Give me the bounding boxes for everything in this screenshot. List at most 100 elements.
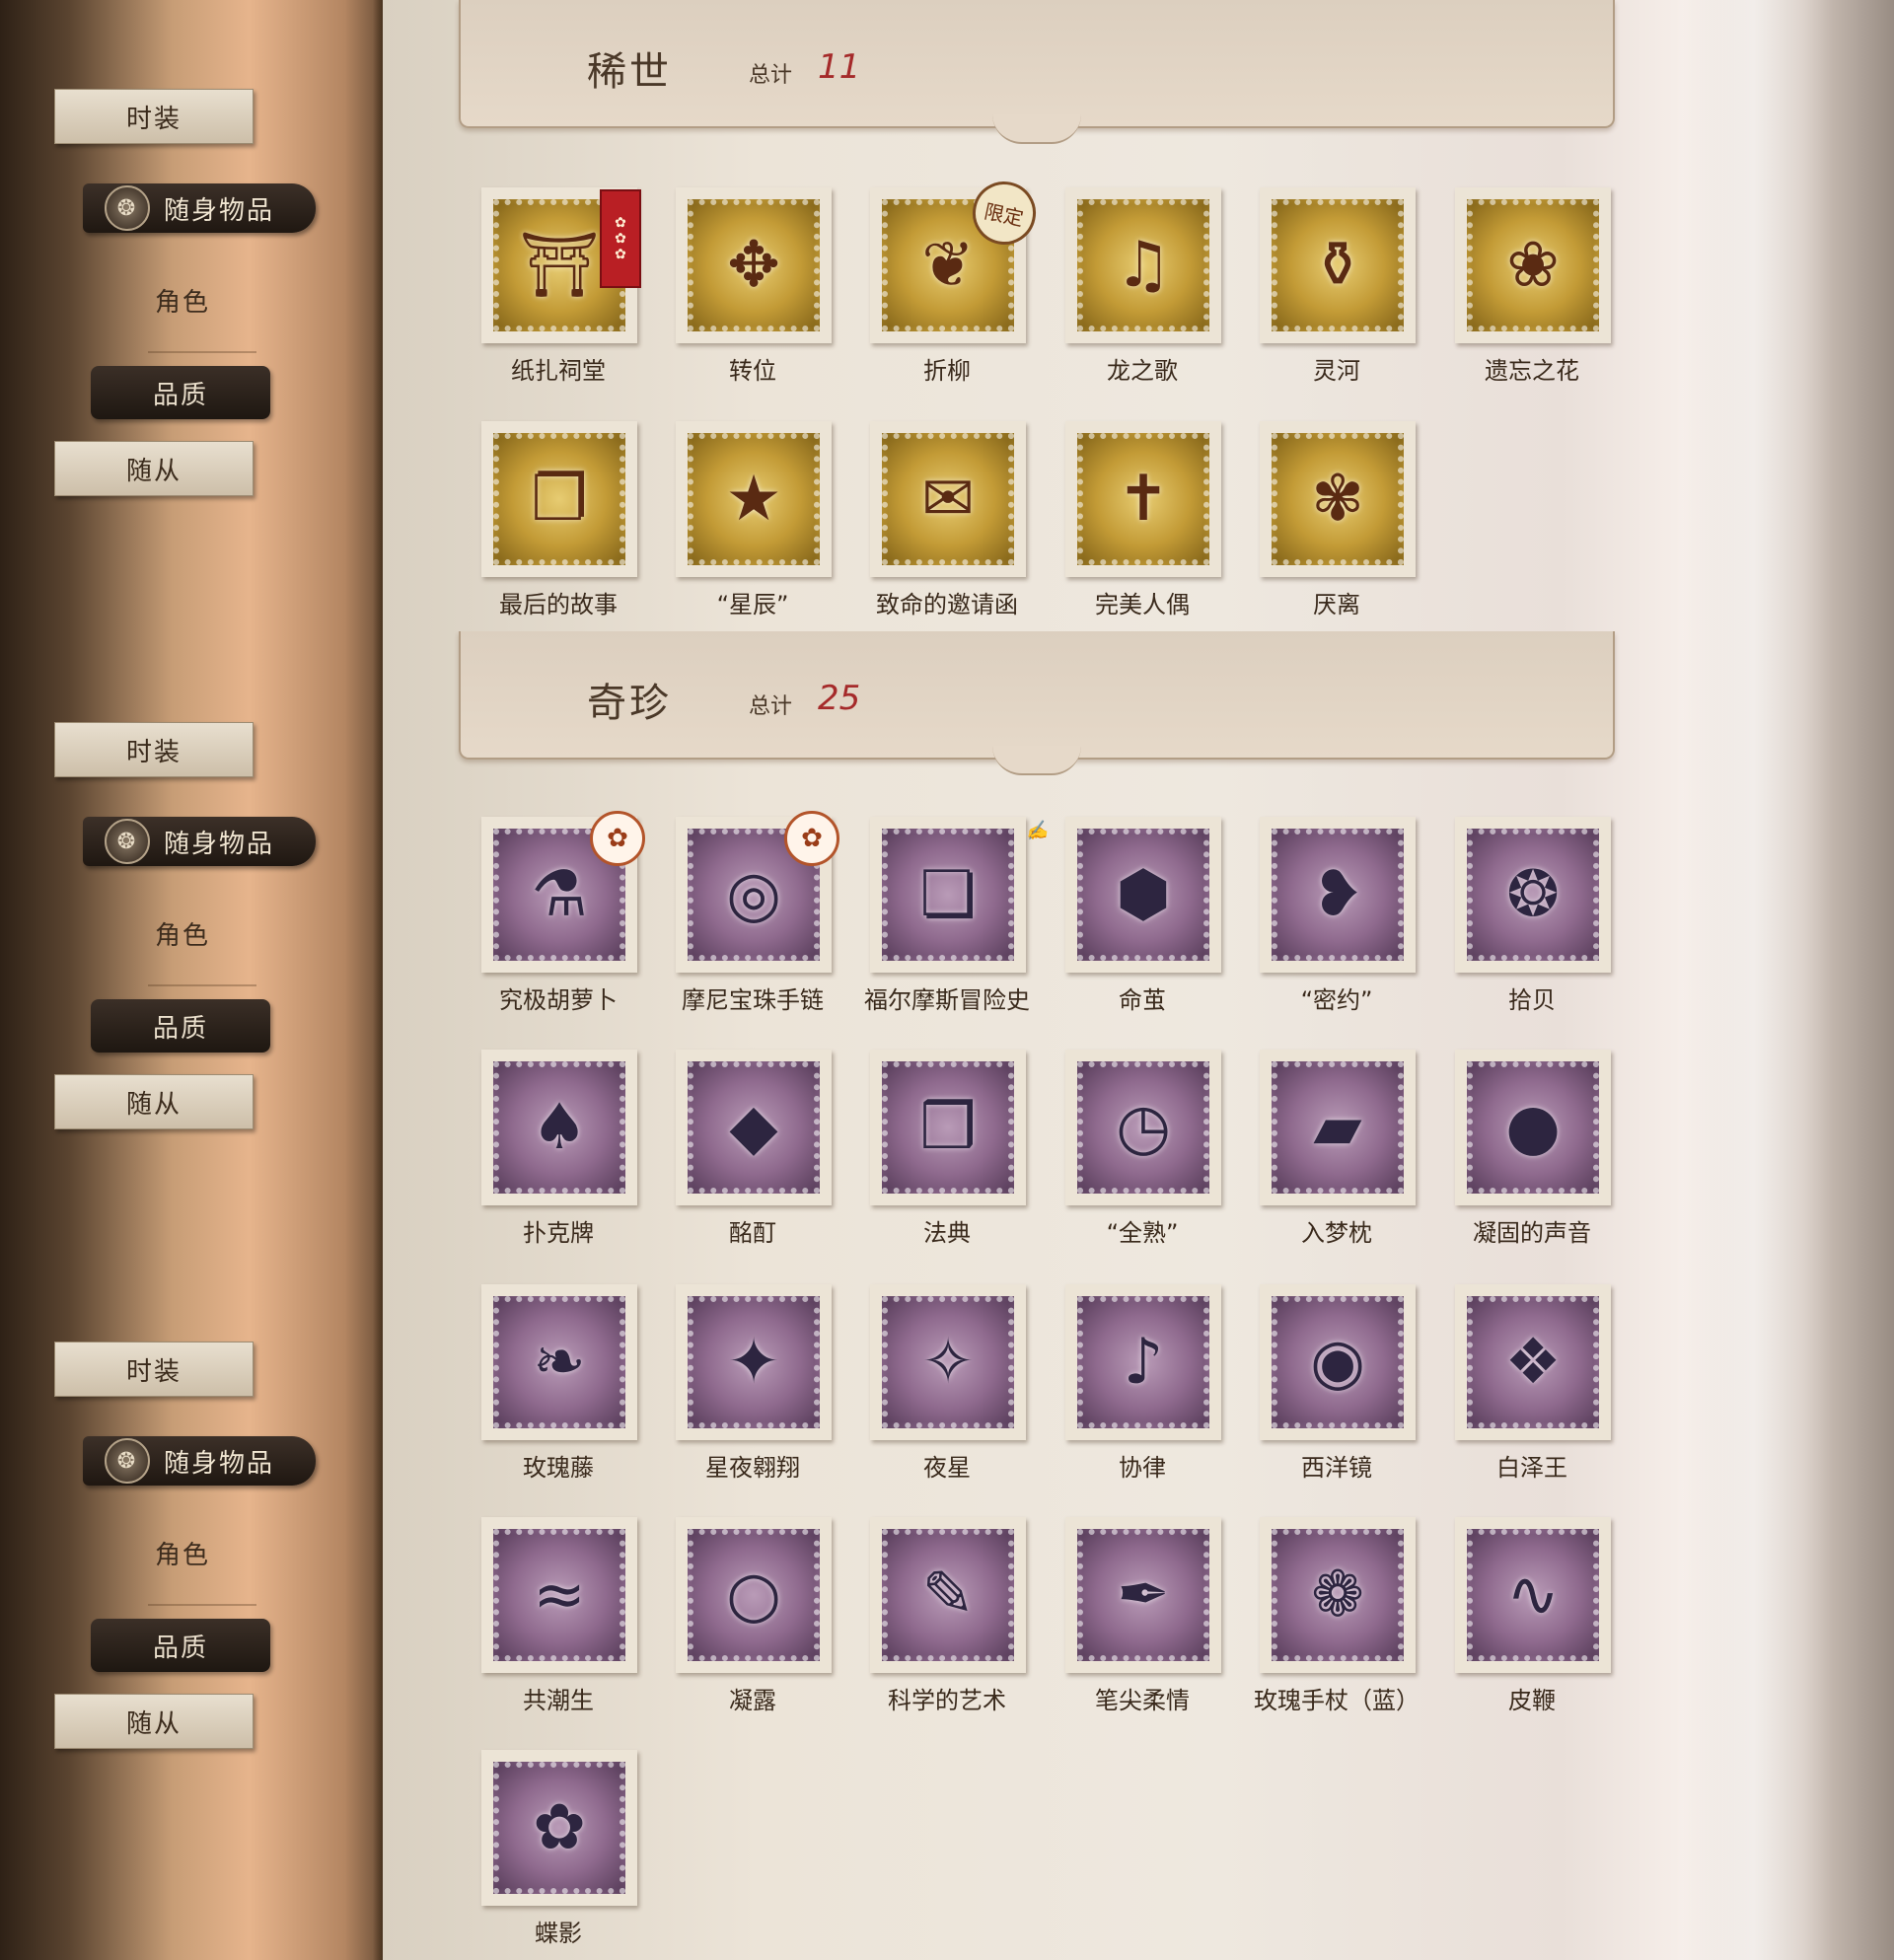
shield-icon: ❂ (105, 819, 150, 864)
section-header-rare: 稀世 总计 11 (459, 0, 1615, 144)
item-card[interactable]: ≈ 共潮生 (452, 1517, 639, 1715)
purple-stamp-frame: ▰ (1260, 1050, 1416, 1205)
item-card[interactable]: ∿ 皮鞭 (1425, 1517, 1613, 1715)
item-name: 遗忘之花 (1485, 357, 1579, 385)
spirit-river-icon: ⚱ (1311, 229, 1364, 302)
item-card[interactable]: ✉ 致命的邀请函 (840, 421, 1028, 619)
last-story-book-icon: ❐ (531, 463, 588, 536)
music-box-icon: ♪ (1123, 1326, 1164, 1399)
total-label: 总计 (749, 63, 793, 88)
item-card[interactable]: ✾ 厌离 (1230, 421, 1418, 619)
item-card[interactable]: ⛩ ✿✿✿ 纸扎祠堂 (452, 187, 641, 386)
purple-stamp-frame: ◷ (1065, 1050, 1221, 1205)
sidebar-nav: 时装 ❂ 随身物品 角色 品质 随从 (0, 631, 383, 1265)
dragon-harp-icon: ♫ (1115, 229, 1172, 302)
nav-accessories-button[interactable]: ❂ 随身物品 (83, 1436, 316, 1486)
nav-follower-button[interactable]: 随从 (54, 1694, 254, 1749)
item-card[interactable]: ♠ 扑克牌 (452, 1050, 639, 1248)
item-card[interactable]: ♫ 龙之歌 (1036, 187, 1223, 386)
purple-stamp-frame: ✒ (1065, 1517, 1221, 1673)
item-card[interactable]: ◷ “全熟” (1036, 1050, 1223, 1248)
item-name: 纸扎祠堂 (511, 357, 606, 385)
nav-quality-button[interactable]: 品质 (91, 1619, 270, 1672)
item-card[interactable]: ❀ 遗忘之花 (1425, 187, 1613, 386)
item-card[interactable]: ✦ 星夜翱翔 (646, 1284, 834, 1483)
nav-fashion-button[interactable]: 时装 (54, 1342, 254, 1397)
nav-accessories-button[interactable]: ❂ 随身物品 (83, 183, 316, 233)
nav-role-button[interactable]: 角色 (118, 913, 247, 953)
dew-pearl-icon: ○ (726, 1559, 781, 1632)
nav-follower-button[interactable]: 随从 (54, 1074, 254, 1129)
nav-follower-button[interactable]: 随从 (54, 441, 254, 496)
item-card[interactable]: ❦ 限定 折柳 (840, 176, 1042, 386)
item-card[interactable]: ❂ 拾贝 (1425, 817, 1613, 1015)
nav-fashion-button[interactable]: 时装 (54, 89, 254, 144)
purple-stamp-frame: ∿ (1455, 1517, 1611, 1673)
gold-stamp-frame: ⚱ (1260, 187, 1416, 343)
item-name: 白泽王 (1496, 1454, 1567, 1482)
rose-cane-icon: ❁ (1311, 1559, 1364, 1632)
item-card[interactable]: ❐ 最后的故事 (452, 421, 639, 619)
item-card[interactable]: ♪ 协律 (1036, 1284, 1223, 1483)
item-card[interactable]: ❖ 白泽王 (1425, 1284, 1613, 1483)
butterfly-flower-icon: ✿ (533, 1791, 586, 1864)
item-card[interactable]: ❁ 玫瑰手杖（蓝） (1230, 1517, 1420, 1715)
item-name: 玫瑰藤 (523, 1454, 594, 1482)
item-name: 西洋镜 (1301, 1454, 1372, 1482)
star-bottle-icon: ★ (725, 463, 782, 536)
gold-stamp-frame: ❐ (481, 421, 637, 577)
paw-badge-icon: ✿ (590, 811, 645, 866)
necklace-icon: ❥ (1311, 858, 1364, 931)
item-name: 入梦枕 (1301, 1219, 1372, 1247)
item-card[interactable]: ❒ 法典 (840, 1050, 1028, 1248)
item-card[interactable]: ◎ ✿ 摩尼宝珠手链 (646, 811, 839, 1015)
purple-stamp-frame: ● (1455, 1050, 1611, 1205)
crystal-bird-icon: ✦ (727, 1326, 780, 1399)
purple-stamp-frame: ✧ (870, 1284, 1026, 1440)
bead-bracelet-icon: ◎ (726, 858, 781, 931)
item-card[interactable]: ✿ 蝶影 (452, 1750, 639, 1948)
item-card[interactable]: ✧ 夜星 (840, 1284, 1028, 1483)
item-card[interactable]: ❏ ✍ 福尔摩斯冒险史 (840, 817, 1049, 1015)
nav-fashion-button[interactable]: 时装 (54, 722, 254, 777)
item-card[interactable]: ▰ 入梦枕 (1230, 1050, 1418, 1248)
item-name: 折柳 (923, 357, 971, 385)
item-card[interactable]: ○ 凝露 (646, 1517, 834, 1715)
gold-stamp-frame: ✾ (1260, 421, 1416, 577)
nav-quality-button[interactable]: 品质 (91, 999, 270, 1053)
gold-stamp-frame: ✉ (870, 421, 1026, 577)
nav-role-button[interactable]: 角色 (118, 1533, 247, 1572)
nav-accessories-label: 随身物品 (164, 195, 275, 226)
gold-stamp-frame: ❀ (1455, 187, 1611, 343)
item-card[interactable]: ✒ 笔尖柔情 (1036, 1517, 1223, 1715)
sidebar-nav: 时装 ❂ 随身物品 角色 品质 随从 (0, 1265, 383, 1960)
nav-divider (148, 1604, 256, 1606)
nav-quality-button[interactable]: 品质 (91, 366, 270, 419)
purple-stamp-frame: ◆ (676, 1050, 832, 1205)
nav-role-button[interactable]: 角色 (118, 280, 247, 320)
item-name: 拾贝 (1508, 986, 1556, 1014)
item-card[interactable]: ★ “星辰” (646, 421, 834, 619)
green-book-icon: ❏ (919, 858, 977, 931)
item-name: 扑克牌 (523, 1219, 594, 1247)
item-card[interactable]: ◆ 酩酊 (646, 1050, 834, 1248)
night-star-icon: ✧ (921, 1326, 975, 1399)
item-name: 凝露 (729, 1687, 776, 1714)
purple-stamp-frame: ❁ (1260, 1517, 1416, 1673)
codex-icon: ❒ (919, 1091, 977, 1164)
panel-precious-continued: 时装 ❂ 随身物品 角色 品质 随从 ❧ 玫瑰藤 ✦ 星夜翱翔 ✧ 夜星 ♪ 协… (0, 1265, 1894, 1960)
purple-stamp-frame: ❥ (1260, 817, 1416, 973)
item-card[interactable]: ✥ 转位 (646, 187, 834, 386)
nav-accessories-button[interactable]: ❂ 随身物品 (83, 817, 316, 866)
item-card[interactable]: ❥ “密约” (1230, 817, 1418, 1015)
item-name: 协律 (1119, 1454, 1166, 1482)
item-card[interactable]: ◉ 西洋镜 (1230, 1284, 1418, 1483)
item-card[interactable]: ✎ 科学的艺术 (840, 1517, 1028, 1715)
item-card[interactable]: ● 凝固的声音 (1425, 1050, 1613, 1248)
item-name: 共潮生 (523, 1687, 594, 1714)
item-card[interactable]: ✝ 完美人偶 (1036, 421, 1223, 619)
item-card[interactable]: ❧ 玫瑰藤 (452, 1284, 639, 1483)
item-card[interactable]: ⚱ 灵河 (1230, 187, 1418, 386)
item-card[interactable]: ⬢ 命茧 (1036, 817, 1223, 1015)
item-card[interactable]: ⚗ ✿ 究极胡萝卜 (452, 811, 645, 1015)
